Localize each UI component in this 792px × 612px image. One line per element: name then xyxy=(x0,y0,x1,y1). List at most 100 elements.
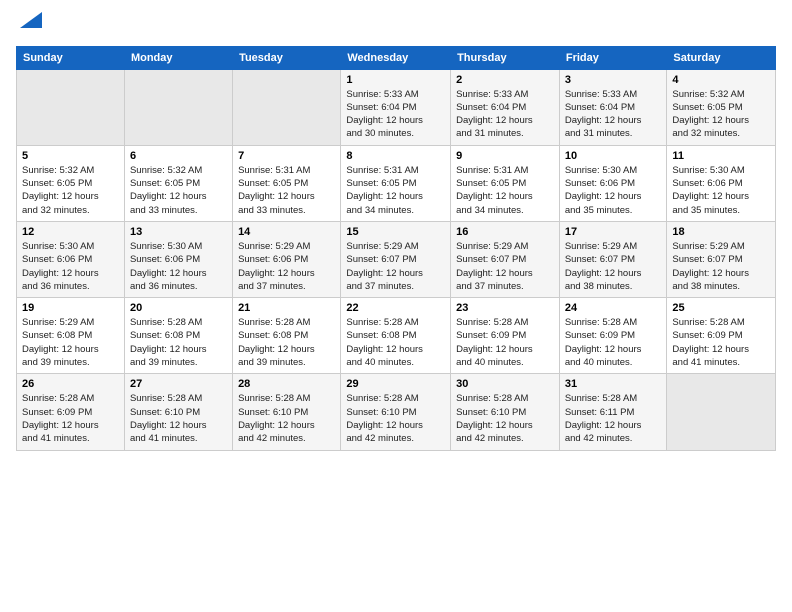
calendar-cell: 23 Sunrise: 5:28 AM Sunset: 6:09 PM Dayli… xyxy=(451,298,560,374)
day-info: Sunrise: 5:29 AM Sunset: 6:07 PM Dayligh… xyxy=(346,240,445,293)
calendar-cell: 15 Sunrise: 5:29 AM Sunset: 6:07 PM Dayli… xyxy=(341,221,451,297)
calendar-cell: 29Sunrise: 5:28 AM Sunset: 6:10 PM Dayli… xyxy=(341,374,451,450)
calendar-cell: 16 Sunrise: 5:29 AM Sunset: 6:07 PM Dayli… xyxy=(451,221,560,297)
day-info: Sunrise: 5:30 AM Sunset: 6:06 PM Dayligh… xyxy=(22,240,119,293)
day-info: Sunrise: 5:33 AM Sunset: 6:04 PM Dayligh… xyxy=(456,88,554,141)
calendar-cell: 22 Sunrise: 5:28 AM Sunset: 6:08 PM Dayli… xyxy=(341,298,451,374)
header-wednesday: Wednesday xyxy=(341,46,451,69)
day-number: 3 xyxy=(565,74,662,86)
day-info: Sunrise: 5:31 AM Sunset: 6:05 PM Dayligh… xyxy=(456,164,554,217)
day-info: Sunrise: 5:29 AM Sunset: 6:06 PM Dayligh… xyxy=(238,240,335,293)
header-thursday: Thursday xyxy=(451,46,560,69)
calendar-table: SundayMondayTuesdayWednesdayThursdayFrid… xyxy=(16,46,776,451)
day-number: 16 xyxy=(456,226,554,238)
day-info: Sunrise: 5:32 AM Sunset: 6:05 PM Dayligh… xyxy=(672,88,770,141)
day-number: 25 xyxy=(672,302,770,314)
day-info: Sunrise: 5:29 AM Sunset: 6:08 PM Dayligh… xyxy=(22,316,119,369)
header-monday: Monday xyxy=(124,46,232,69)
day-number: 24 xyxy=(565,302,662,314)
calendar-cell: 18 Sunrise: 5:29 AM Sunset: 6:07 PM Dayli… xyxy=(667,221,776,297)
day-info: Sunrise: 5:29 AM Sunset: 6:07 PM Dayligh… xyxy=(456,240,554,293)
day-info: Sunrise: 5:29 AM Sunset: 6:07 PM Dayligh… xyxy=(565,240,662,293)
day-number: 20 xyxy=(130,302,227,314)
day-info: Sunrise: 5:30 AM Sunset: 6:06 PM Dayligh… xyxy=(130,240,227,293)
day-number: 6 xyxy=(130,150,227,162)
day-number: 27 xyxy=(130,378,227,390)
day-info: Sunrise: 5:28 AM Sunset: 6:09 PM Dayligh… xyxy=(565,316,662,369)
header-sunday: Sunday xyxy=(17,46,125,69)
calendar-week-5: 26 Sunrise: 5:28 AM Sunset: 6:09 PM Dayli… xyxy=(17,374,776,450)
day-number: 17 xyxy=(565,226,662,238)
day-info: Sunrise: 5:30 AM Sunset: 6:06 PM Dayligh… xyxy=(565,164,662,217)
header-tuesday: Tuesday xyxy=(233,46,341,69)
day-info: Sunrise: 5:29 AM Sunset: 6:07 PM Dayligh… xyxy=(672,240,770,293)
day-info: Sunrise: 5:28 AM Sunset: 6:10 PM Dayligh… xyxy=(130,392,227,445)
calendar-cell xyxy=(17,69,125,145)
day-info: Sunrise: 5:28 AM Sunset: 6:10 PM Dayligh… xyxy=(238,392,335,445)
calendar-cell: 25 Sunrise: 5:28 AM Sunset: 6:09 PM Dayli… xyxy=(667,298,776,374)
day-info: Sunrise: 5:28 AM Sunset: 6:09 PM Dayligh… xyxy=(672,316,770,369)
day-number: 7 xyxy=(238,150,335,162)
calendar-cell: 3 Sunrise: 5:33 AM Sunset: 6:04 PM Daylig… xyxy=(559,69,667,145)
calendar-cell: 2 Sunrise: 5:33 AM Sunset: 6:04 PM Daylig… xyxy=(451,69,560,145)
day-number: 5 xyxy=(22,150,119,162)
day-number: 22 xyxy=(346,302,445,314)
calendar-cell: 28 Sunrise: 5:28 AM Sunset: 6:10 PM Dayli… xyxy=(233,374,341,450)
day-info: Sunrise: 5:31 AM Sunset: 6:05 PM Dayligh… xyxy=(238,164,335,217)
calendar-cell: 27 Sunrise: 5:28 AM Sunset: 6:10 PM Dayli… xyxy=(124,374,232,450)
calendar-week-3: 12 Sunrise: 5:30 AM Sunset: 6:06 PM Dayli… xyxy=(17,221,776,297)
calendar-week-2: 5 Sunrise: 5:32 AM Sunset: 6:05 PM Daylig… xyxy=(17,145,776,221)
day-number: 9 xyxy=(456,150,554,162)
day-number: 14 xyxy=(238,226,335,238)
calendar-cell: 7 Sunrise: 5:31 AM Sunset: 6:05 PM Daylig… xyxy=(233,145,341,221)
day-number: 10 xyxy=(565,150,662,162)
day-info: Sunrise: 5:28 AM Sunset: 6:09 PM Dayligh… xyxy=(22,392,119,445)
calendar-cell: 8 Sunrise: 5:31 AM Sunset: 6:05 PM Daylig… xyxy=(341,145,451,221)
day-info: Sunrise: 5:28 AM Sunset: 6:11 PM Dayligh… xyxy=(565,392,662,445)
day-number: 12 xyxy=(22,226,119,238)
calendar-cell: 24 Sunrise: 5:28 AM Sunset: 6:09 PM Dayli… xyxy=(559,298,667,374)
calendar-cell: 9 Sunrise: 5:31 AM Sunset: 6:05 PM Daylig… xyxy=(451,145,560,221)
page-header xyxy=(16,16,776,38)
calendar-cell: 17 Sunrise: 5:29 AM Sunset: 6:07 PM Dayli… xyxy=(559,221,667,297)
calendar-cell: 30Sunrise: 5:28 AM Sunset: 6:10 PM Dayli… xyxy=(451,374,560,450)
header-saturday: Saturday xyxy=(667,46,776,69)
day-number: 28 xyxy=(238,378,335,390)
day-number: 4 xyxy=(672,74,770,86)
calendar-cell: 4 Sunrise: 5:32 AM Sunset: 6:05 PM Daylig… xyxy=(667,69,776,145)
day-number: 13 xyxy=(130,226,227,238)
day-number: 18 xyxy=(672,226,770,238)
calendar-cell: 5 Sunrise: 5:32 AM Sunset: 6:05 PM Daylig… xyxy=(17,145,125,221)
day-number: 1 xyxy=(346,74,445,86)
day-number: 15 xyxy=(346,226,445,238)
day-number: 2 xyxy=(456,74,554,86)
calendar-cell: 12 Sunrise: 5:30 AM Sunset: 6:06 PM Dayli… xyxy=(17,221,125,297)
calendar-cell: 20Sunrise: 5:28 AM Sunset: 6:08 PM Dayli… xyxy=(124,298,232,374)
calendar-week-1: 1 Sunrise: 5:33 AM Sunset: 6:04 PM Daylig… xyxy=(17,69,776,145)
calendar-cell xyxy=(667,374,776,450)
logo-icon xyxy=(20,12,42,28)
day-number: 26 xyxy=(22,378,119,390)
day-info: Sunrise: 5:28 AM Sunset: 6:09 PM Dayligh… xyxy=(456,316,554,369)
day-info: Sunrise: 5:28 AM Sunset: 6:08 PM Dayligh… xyxy=(346,316,445,369)
day-info: Sunrise: 5:32 AM Sunset: 6:05 PM Dayligh… xyxy=(22,164,119,217)
day-info: Sunrise: 5:31 AM Sunset: 6:05 PM Dayligh… xyxy=(346,164,445,217)
day-info: Sunrise: 5:32 AM Sunset: 6:05 PM Dayligh… xyxy=(130,164,227,217)
day-number: 8 xyxy=(346,150,445,162)
calendar-cell: 14 Sunrise: 5:29 AM Sunset: 6:06 PM Dayli… xyxy=(233,221,341,297)
calendar-week-4: 19 Sunrise: 5:29 AM Sunset: 6:08 PM Dayli… xyxy=(17,298,776,374)
day-number: 29 xyxy=(346,378,445,390)
calendar-cell: 11Sunrise: 5:30 AM Sunset: 6:06 PM Dayli… xyxy=(667,145,776,221)
day-number: 19 xyxy=(22,302,119,314)
day-info: Sunrise: 5:33 AM Sunset: 6:04 PM Dayligh… xyxy=(565,88,662,141)
day-number: 23 xyxy=(456,302,554,314)
calendar-cell: 6 Sunrise: 5:32 AM Sunset: 6:05 PM Daylig… xyxy=(124,145,232,221)
calendar-cell xyxy=(233,69,341,145)
day-info: Sunrise: 5:33 AM Sunset: 6:04 PM Dayligh… xyxy=(346,88,445,141)
day-info: Sunrise: 5:28 AM Sunset: 6:08 PM Dayligh… xyxy=(238,316,335,369)
calendar-cell: 1 Sunrise: 5:33 AM Sunset: 6:04 PM Daylig… xyxy=(341,69,451,145)
calendar-cell: 21Sunrise: 5:28 AM Sunset: 6:08 PM Dayli… xyxy=(233,298,341,374)
calendar-cell: 26 Sunrise: 5:28 AM Sunset: 6:09 PM Dayli… xyxy=(17,374,125,450)
calendar-cell: 19 Sunrise: 5:29 AM Sunset: 6:08 PM Dayli… xyxy=(17,298,125,374)
calendar-cell xyxy=(124,69,232,145)
